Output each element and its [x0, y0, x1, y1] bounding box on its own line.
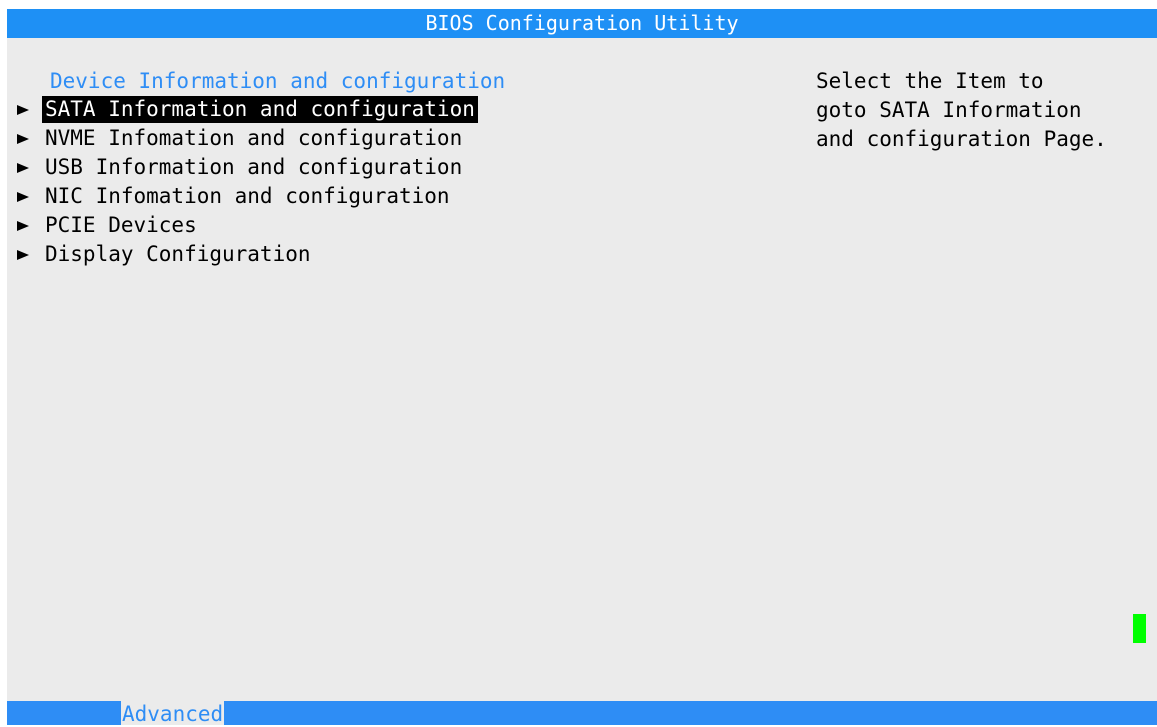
- section-heading: Device Information and configuration: [50, 69, 506, 93]
- window-title: BIOS Configuration Utility: [7, 9, 1157, 38]
- menu-item-label: SATA Information and configuration: [42, 96, 478, 123]
- menu-item-label: NIC Infomation and configuration: [45, 184, 450, 208]
- device-menu: SATA Information and configuration NVME …: [7, 95, 478, 269]
- tab-bar: Advanced: [7, 701, 1157, 726]
- right-pointer-icon: [17, 191, 29, 202]
- right-pointer-icon: [17, 104, 29, 115]
- right-pointer-icon: [17, 162, 29, 173]
- bios-screen: BIOS Configuration Utility Device Inform…: [7, 9, 1157, 726]
- tab-advanced[interactable]: Advanced: [121, 701, 225, 726]
- help-line: goto SATA Information: [816, 98, 1082, 122]
- menu-item-sata[interactable]: SATA Information and configuration: [7, 95, 478, 124]
- menu-item-label: Display Configuration: [45, 242, 311, 266]
- text-cursor: [1133, 614, 1146, 643]
- menu-item-nvme[interactable]: NVME Infomation and configuration: [7, 124, 478, 153]
- menu-item-label: PCIE Devices: [45, 213, 197, 237]
- help-panel: Select the Item to goto SATA Information…: [816, 67, 1107, 154]
- help-line: Select the Item to: [816, 69, 1044, 93]
- menu-item-nic[interactable]: NIC Infomation and configuration: [7, 182, 478, 211]
- menu-item-label: USB Information and configuration: [45, 155, 463, 179]
- menu-item-label: NVME Infomation and configuration: [45, 126, 463, 150]
- right-pointer-icon: [17, 220, 29, 231]
- right-pointer-icon: [17, 249, 29, 260]
- menu-item-display-configuration[interactable]: Display Configuration: [7, 240, 478, 269]
- help-line: and configuration Page.: [816, 127, 1107, 151]
- menu-item-usb[interactable]: USB Information and configuration: [7, 153, 478, 182]
- menu-item-pcie-devices[interactable]: PCIE Devices: [7, 211, 478, 240]
- right-pointer-icon: [17, 133, 29, 144]
